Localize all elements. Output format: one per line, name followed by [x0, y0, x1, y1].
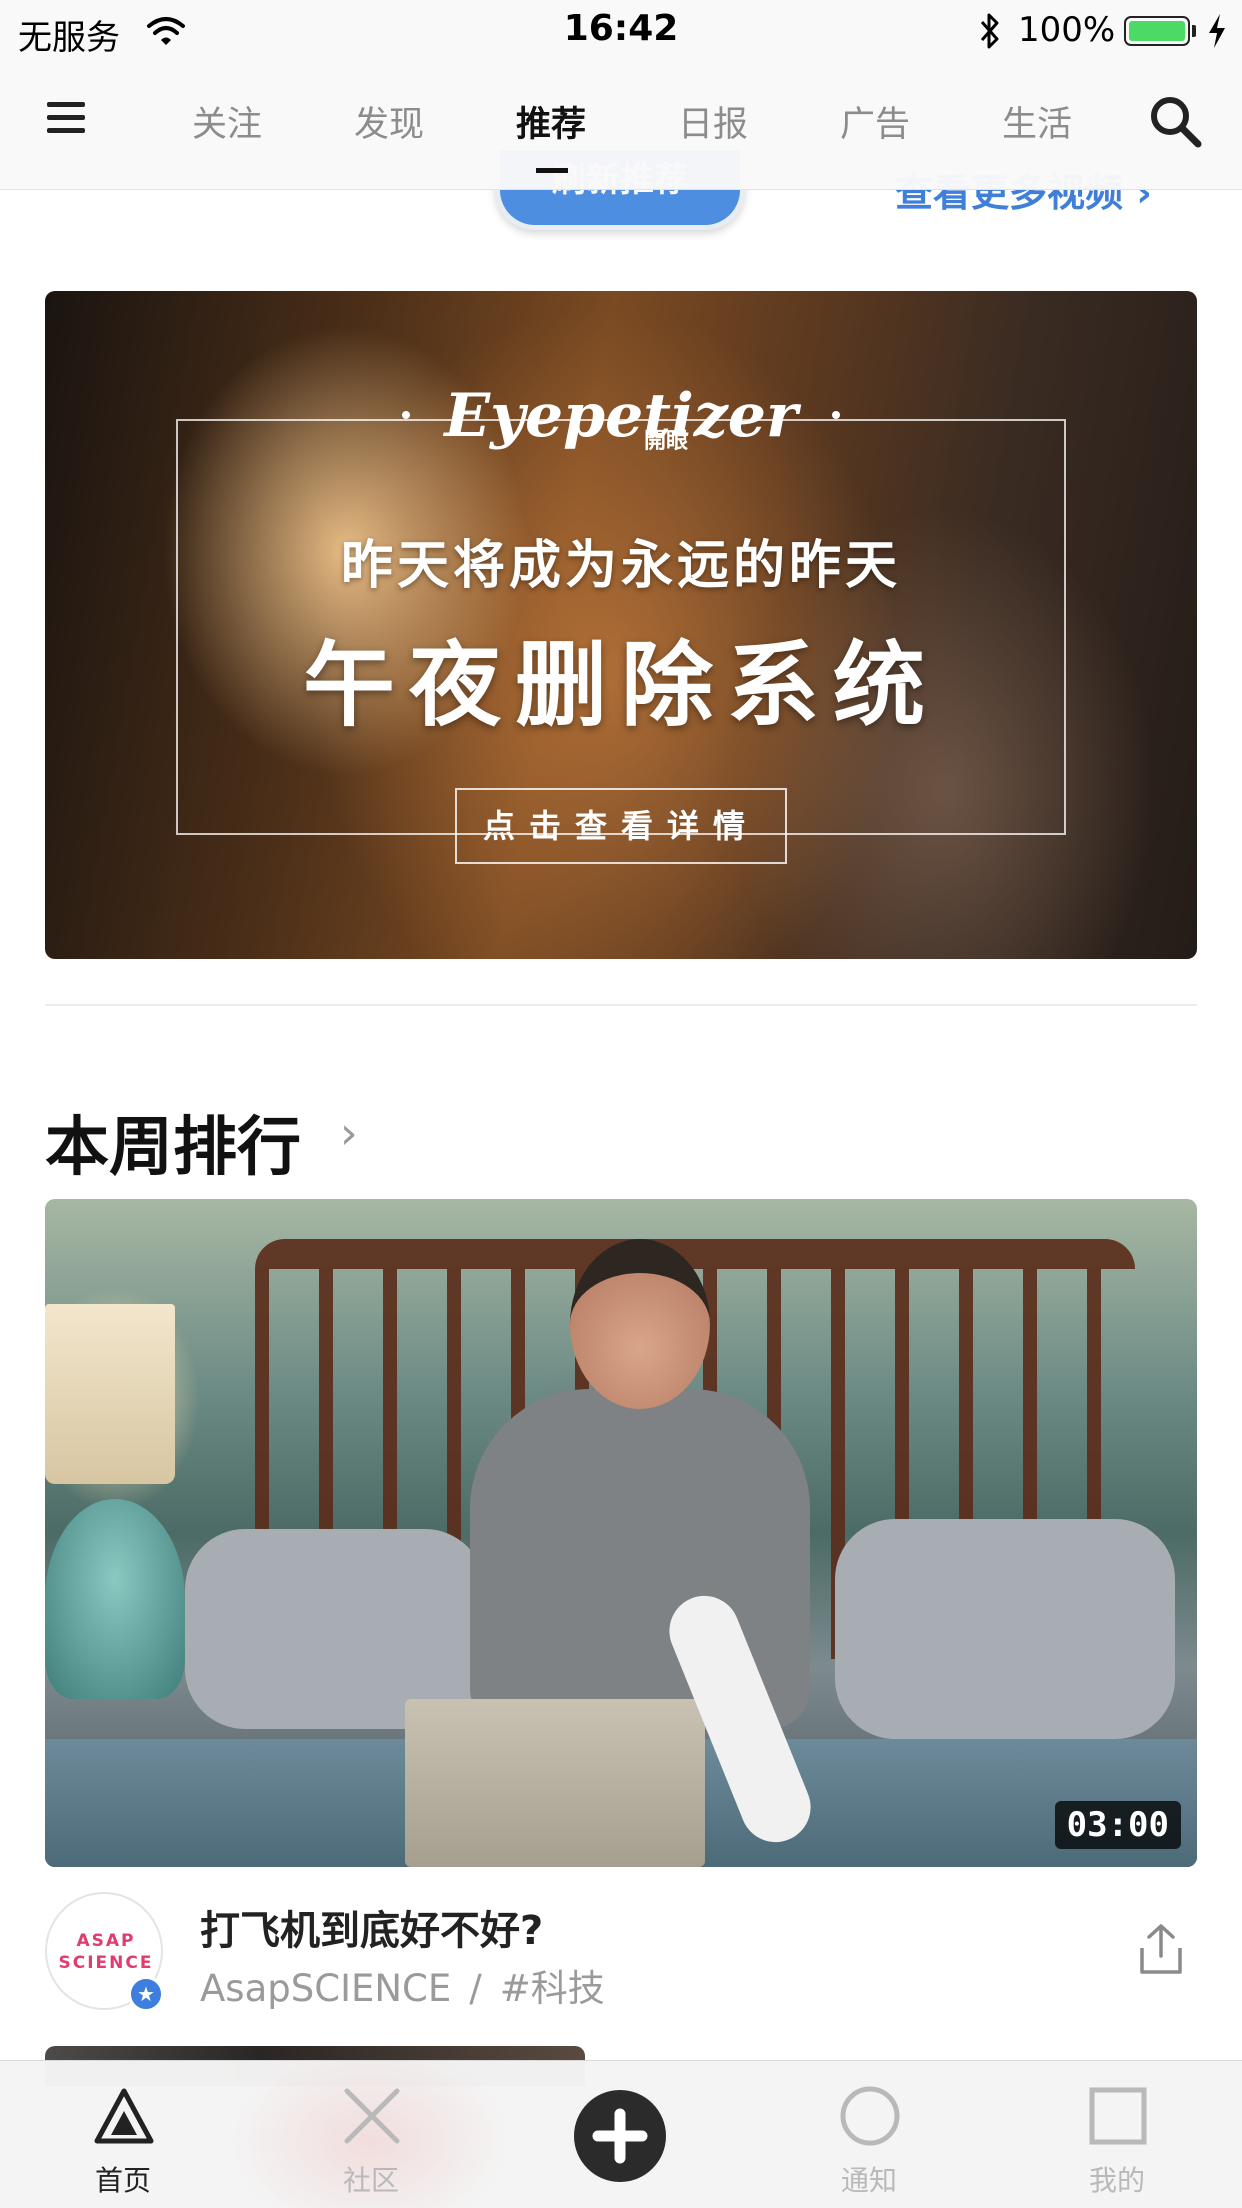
share-icon[interactable] — [1136, 1922, 1186, 1978]
video-tag[interactable]: #科技 — [500, 1967, 605, 2010]
battery-tip — [1192, 25, 1196, 37]
tab-life[interactable]: 生活 — [987, 96, 1087, 147]
video-duration-badge: 03:00 — [1054, 1801, 1181, 1849]
video-meta: AsapSCIENCE / #科技 — [200, 1958, 605, 2012]
tabbar-profile-label: 我的 — [1088, 2164, 1145, 2197]
plus-icon — [592, 2108, 648, 2164]
square-profile-icon — [1089, 2087, 1147, 2145]
create-post-button[interactable] — [574, 2090, 666, 2182]
tab-discover[interactable]: 发现 — [339, 96, 439, 147]
tab-recommended[interactable]: 推荐 — [501, 96, 601, 147]
tab-ads[interactable]: 广告 — [825, 96, 925, 147]
banner-logo-sub: 開眼 — [643, 429, 688, 454]
thumbnail-laptop — [405, 1699, 705, 1867]
tabbar-profile[interactable]: 我的 — [1037, 2061, 1197, 2208]
active-tab-indicator — [536, 168, 568, 173]
charging-icon — [1209, 14, 1225, 48]
banner-details-button[interactable]: 点击查看详情 — [455, 788, 787, 864]
x-community-icon — [344, 2088, 400, 2144]
video-thumbnail[interactable]: 03:00 — [45, 1199, 1197, 1867]
tabbar-home[interactable]: 首页 — [43, 2061, 203, 2208]
promo-banner[interactable]: Eyepetizer 開眼 昨天将成为永远的昨天 午夜删除系统 点击查看详情 — [45, 291, 1197, 959]
tabbar-community-label: 社区 — [342, 2164, 399, 2197]
tabbar-notifications-label: 通知 — [840, 2164, 897, 2197]
banner-title: 午夜删除系统 — [302, 632, 939, 739]
search-icon[interactable] — [1146, 92, 1204, 150]
video-author[interactable]: AsapSCIENCE — [200, 1967, 451, 2010]
tab-daily[interactable]: 日报 — [663, 96, 763, 147]
thumbnail-lamp-base — [45, 1499, 185, 1699]
section-divider — [45, 1004, 1197, 1006]
circle-notification-icon — [840, 2086, 900, 2146]
chevron-right-icon[interactable]: › — [340, 1108, 358, 1159]
top-header: 无服务 16:42 100% 关注 发现 推荐 日报 广告 生活 — [0, 0, 1242, 190]
weekly-ranking-title[interactable]: 本周排行 — [45, 1096, 301, 1188]
tab-follow[interactable]: 关注 — [177, 96, 277, 147]
banner-headline: 昨天将成为永远的昨天 — [340, 536, 901, 596]
feed-content: 刷新推荐 查看更多视频 › Eyepetizer 開眼 昨天将成为永远的昨天 午… — [0, 0, 1242, 2208]
thumbnail-pillow — [835, 1519, 1175, 1739]
battery-icon — [1124, 16, 1190, 46]
thumbnail-lamp — [45, 1304, 175, 1484]
menu-icon[interactable] — [47, 102, 85, 134]
meta-separator: / — [469, 1967, 482, 2010]
tabbar-notifications[interactable]: 通知 — [789, 2061, 949, 2208]
thumbnail-person-head — [570, 1239, 710, 1409]
battery-percent: 100% — [1018, 10, 1116, 50]
avatar-logo-text: ASAP SCIENCE — [58, 1931, 154, 1973]
triangle-home-icon — [94, 2088, 154, 2144]
tabbar-community[interactable]: 社区 — [291, 2061, 451, 2208]
tabbar-home-label: 首页 — [94, 2164, 151, 2197]
bluetooth-icon — [980, 13, 999, 49]
verified-star-icon: ★ — [128, 1976, 164, 2012]
video-title[interactable]: 打飞机到底好不好? — [200, 1898, 543, 1956]
